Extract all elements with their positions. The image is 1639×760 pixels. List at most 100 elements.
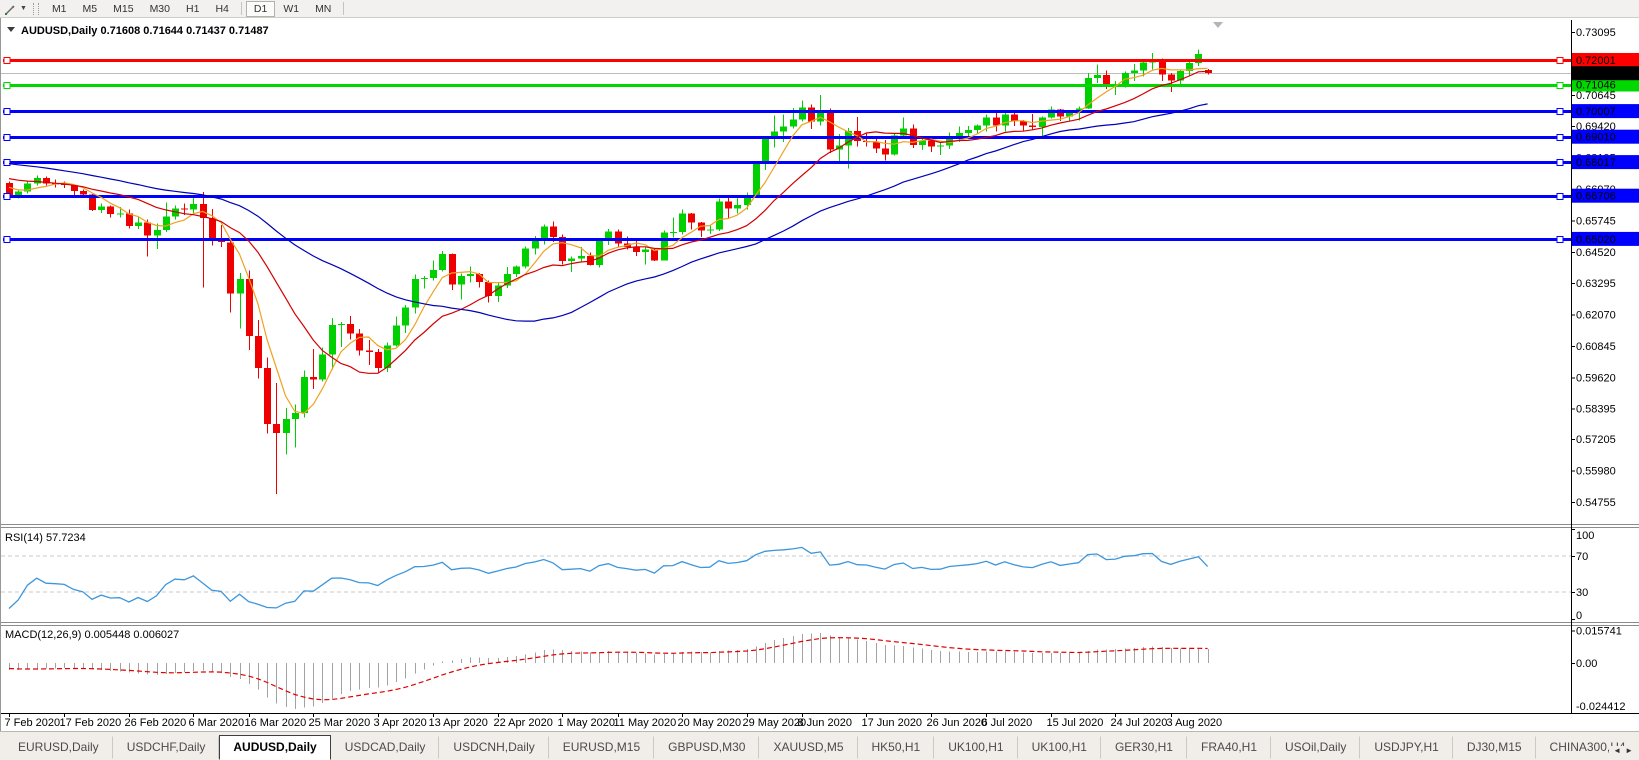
tab-scroll-right-icon[interactable]: ► (1625, 746, 1637, 755)
tab-uk100-h1[interactable]: UK100,H1 (1018, 736, 1101, 759)
date-axis[interactable]: 7 Feb 202017 Feb 202026 Feb 20206 Mar 20… (1, 713, 1639, 729)
candle (237, 273, 244, 329)
line-anchor[interactable] (1557, 58, 1563, 64)
candle (227, 240, 234, 312)
toolbar-separator (343, 2, 344, 15)
candle (412, 274, 419, 313)
candle (356, 329, 363, 355)
candle (1039, 116, 1046, 136)
candle (873, 139, 880, 154)
date-tick-label: 6 Mar 2020 (189, 717, 245, 729)
timeframe-button-m30[interactable]: M30 (142, 1, 178, 17)
candle (495, 282, 502, 302)
timeframe-button-m15[interactable]: M15 (105, 1, 141, 17)
svg-text:0.72001: 0.72001 (1576, 55, 1616, 67)
tab-audusd-daily[interactable]: AUDUSD,Daily (219, 735, 330, 760)
price-tick-label: 0.64520 (1576, 247, 1616, 259)
timeframe-button-h1[interactable]: H1 (178, 1, 207, 17)
tab-gbpusd-m30[interactable]: GBPUSD,M30 (654, 736, 759, 759)
price-tick-label: 0.70645 (1576, 90, 1616, 102)
candle (679, 210, 686, 235)
main-rsi-pane-separator[interactable] (1, 525, 1639, 528)
trendline-tool-icon[interactable] (3, 2, 19, 16)
line-anchor[interactable] (1557, 109, 1563, 115)
price-badge-0.69010: 0.69010 (1572, 130, 1639, 144)
hline-0.70007[interactable] (3, 109, 1571, 115)
line-anchor[interactable] (4, 160, 10, 166)
tab-usdjpy-h1[interactable]: USDJPY,H1 (1360, 736, 1452, 759)
hline-0.66706[interactable] (3, 194, 1571, 200)
hline-0.72001[interactable] (3, 58, 1571, 64)
candle (485, 281, 492, 303)
tab-usdcnh-daily[interactable]: USDCNH,Daily (439, 736, 548, 759)
hline-0.69010[interactable] (3, 135, 1571, 141)
tab-eurusd-m15[interactable]: EURUSD,M15 (549, 736, 654, 759)
price-axis[interactable]: 0.730950.718700.706450.694200.681950.669… (1571, 20, 1626, 714)
hline-0.65020[interactable] (3, 237, 1571, 243)
line-anchor[interactable] (1557, 237, 1563, 243)
timeframe-button-group: M1M5M15M30H1H4 D1W1MN (44, 1, 348, 17)
candle (707, 225, 714, 234)
line-anchor[interactable] (4, 109, 10, 115)
line-anchor[interactable] (4, 237, 10, 243)
date-tick-label: 7 Feb 2020 (5, 717, 61, 729)
tab-fra40-h1[interactable]: FRA40,H1 (1187, 736, 1271, 759)
candle (366, 340, 373, 365)
rsi-pane-label: RSI(14) 57.7234 (5, 532, 86, 544)
line-anchor[interactable] (1557, 160, 1563, 166)
tab-usdcad-daily[interactable]: USDCAD,Daily (331, 736, 440, 759)
tab-eurusd-daily[interactable]: EURUSD,Daily (4, 736, 113, 759)
timeframe-button-m5[interactable]: M5 (75, 1, 106, 17)
candle (458, 273, 465, 299)
chart-menu-icon[interactable] (7, 27, 15, 32)
rsi-macd-pane-separator[interactable] (1, 623, 1639, 626)
dropdown-caret-icon[interactable]: ▼ (19, 5, 31, 12)
line-anchor[interactable] (1557, 83, 1563, 89)
tab-ger30-h1[interactable]: GER30,H1 (1101, 736, 1187, 759)
tab-usoil-daily[interactable]: USOil,Daily (1271, 736, 1360, 759)
price-tick-label: 0.73095 (1576, 27, 1616, 39)
tab-hk50-h1[interactable]: HK50,H1 (858, 736, 935, 759)
candles-series (6, 49, 1212, 494)
toolbar-separator (241, 2, 242, 15)
tab-usdchf-daily[interactable]: USDCHF,Daily (113, 736, 220, 759)
tab-uk100-h1[interactable]: UK100,H1 (934, 736, 1017, 759)
line-anchor[interactable] (4, 135, 10, 141)
candle (937, 142, 944, 155)
timeframe-button-d1[interactable]: D1 (246, 1, 275, 17)
candle (993, 112, 1000, 132)
chart-title: AUDUSD,Daily 0.71608 0.71644 0.71437 0.7… (21, 25, 269, 37)
date-tick-label: 8 Jun 2020 (798, 717, 852, 729)
candle (347, 316, 354, 339)
line-anchor[interactable] (4, 194, 10, 200)
line-anchor[interactable] (1557, 194, 1563, 200)
toolbar-grip[interactable] (33, 3, 39, 15)
chart-tabs: EURUSD,DailyUSDCHF,DailyAUDUSD,DailyUSDC… (0, 732, 1639, 760)
price-badge-0.71487: 0.71487 (1572, 66, 1639, 80)
tab-dj30-m15[interactable]: DJ30,M15 (1453, 736, 1536, 759)
candle (246, 271, 253, 351)
date-tick-label: 15 Jul 2020 (1047, 717, 1104, 729)
timeframe-button-m1[interactable]: M1 (44, 1, 75, 17)
candle (264, 358, 271, 434)
tab-scroll-left-icon[interactable]: ◄ (1613, 746, 1625, 755)
svg-text:0.71487: 0.71487 (1576, 68, 1616, 80)
date-tick-label: 25 Mar 2020 (309, 717, 371, 729)
timeframe-button-w1[interactable]: W1 (275, 1, 307, 17)
line-anchor[interactable] (4, 83, 10, 89)
chart-canvas[interactable]: 0.730950.718700.706450.694200.681950.669… (1, 18, 1639, 731)
hline-0.68017[interactable] (3, 160, 1571, 166)
timeframe-button-h4[interactable]: H4 (207, 1, 236, 17)
line-anchor[interactable] (1557, 135, 1563, 141)
ma-medium-line (9, 71, 1208, 373)
line-anchor[interactable] (4, 58, 10, 64)
macd-signal-line (9, 638, 1208, 700)
tab-xauusd-m5[interactable]: XAUUSD,M5 (759, 736, 857, 759)
candle (402, 305, 409, 333)
hline-0.71046[interactable] (3, 83, 1571, 89)
candle (421, 276, 428, 289)
candle (513, 266, 520, 278)
macd-axis-label: 0.00 (1576, 658, 1597, 670)
timeframe-button-mn[interactable]: MN (307, 1, 339, 17)
svg-text:0.71046: 0.71046 (1576, 80, 1616, 92)
